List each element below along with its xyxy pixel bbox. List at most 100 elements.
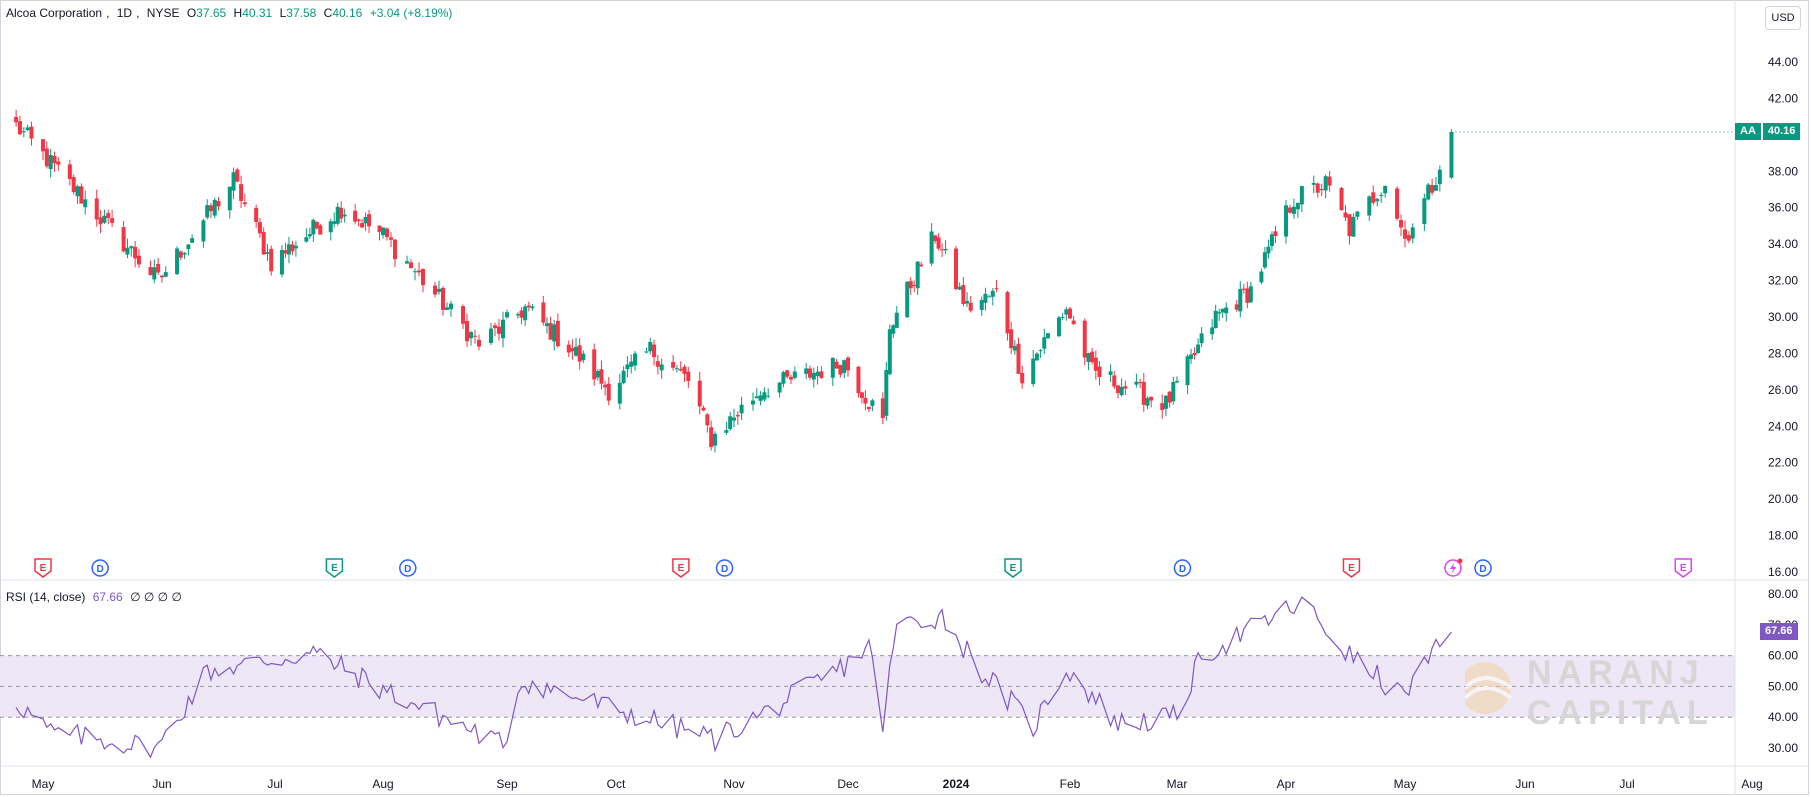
time-tick-label: Dec	[837, 777, 858, 791]
candle-body	[751, 400, 755, 405]
candle-body	[1351, 216, 1356, 237]
candle-body	[674, 368, 679, 370]
candle	[381, 227, 385, 239]
candle-body	[633, 353, 638, 366]
candle-body	[477, 339, 481, 347]
candle	[701, 405, 706, 412]
rsi-tick-label: 60.00	[1768, 649, 1798, 663]
candle-body	[152, 267, 157, 280]
candle	[311, 218, 316, 243]
candle-body	[389, 237, 393, 240]
candle-body	[1009, 329, 1014, 349]
candle-body	[332, 221, 337, 224]
earnings-marker[interactable]: E	[325, 558, 344, 578]
candle	[751, 392, 755, 411]
candle	[67, 159, 72, 186]
earnings-marker[interactable]: E	[1342, 558, 1361, 578]
candle	[1056, 315, 1061, 338]
candle-body	[709, 427, 714, 448]
last-price-symbol: AA	[1735, 123, 1761, 140]
candle	[1086, 352, 1091, 371]
candle-body	[1273, 231, 1278, 236]
rsi-tick-label: 80.00	[1768, 587, 1798, 601]
dividend-marker[interactable]: D	[399, 559, 417, 577]
candle-body	[421, 269, 425, 286]
candle	[735, 411, 740, 425]
candle-body	[1422, 198, 1427, 224]
symbol-name[interactable]: Alcoa Corporation	[6, 6, 102, 20]
candle-body	[1064, 309, 1069, 315]
candle-body	[1005, 292, 1010, 334]
candle-body	[933, 235, 938, 242]
price-tick-label: 26.00	[1768, 383, 1798, 397]
candle	[629, 354, 634, 374]
earnings-marker[interactable]: E	[672, 558, 690, 578]
earnings-letter: E	[1680, 563, 1687, 574]
dividend-marker[interactable]: D	[1173, 559, 1192, 577]
candle-body	[1234, 304, 1239, 310]
candle-body	[449, 303, 453, 310]
candle	[1224, 302, 1229, 322]
candle	[1175, 376, 1179, 384]
candle	[1189, 348, 1194, 364]
candle-body	[1311, 182, 1316, 185]
candle	[1134, 373, 1139, 388]
candle	[1034, 352, 1039, 361]
candle	[1273, 225, 1278, 244]
candle	[1284, 199, 1288, 244]
candle-body	[242, 202, 247, 205]
candle	[1295, 202, 1300, 218]
split-marker[interactable]	[1444, 558, 1463, 577]
candle-body	[265, 252, 270, 254]
dividend-marker[interactable]: D	[715, 559, 734, 577]
candle-body	[555, 320, 560, 347]
candle	[1038, 349, 1043, 359]
candle	[678, 361, 683, 372]
candle-body	[846, 357, 850, 371]
time-tick-label: Feb	[1060, 777, 1081, 791]
candle-body	[1093, 357, 1098, 371]
candle-body	[25, 127, 30, 131]
candle	[633, 351, 638, 371]
candle	[1199, 327, 1204, 348]
candle	[212, 197, 217, 219]
earnings-marker[interactable]: E	[1674, 558, 1692, 578]
candle	[393, 239, 397, 267]
candle-body	[473, 335, 477, 337]
candle-body	[257, 222, 262, 234]
dividend-marker[interactable]: D	[91, 559, 109, 577]
candle	[1379, 192, 1384, 203]
candle-body	[880, 398, 885, 419]
candle	[231, 167, 236, 200]
candle	[548, 316, 553, 340]
earnings-marker[interactable]: E	[34, 558, 52, 578]
candle-body	[353, 210, 358, 222]
candle-body	[125, 247, 130, 255]
candle-body	[758, 395, 763, 401]
candle	[307, 227, 312, 240]
candlestick-series	[14, 109, 1454, 453]
earnings-marker[interactable]: E	[1004, 558, 1022, 578]
dividend-marker[interactable]: D	[1474, 559, 1492, 577]
rsi-label[interactable]: RSI (14, close)	[6, 590, 85, 604]
candle-body	[961, 285, 966, 305]
candle-body	[728, 416, 733, 429]
currency-button[interactable]: USD	[1765, 6, 1801, 30]
candle-body	[671, 362, 676, 368]
candle	[25, 124, 30, 132]
chart-canvas[interactable]: 44.00 42.00 40.00 38.00 36.00 34.00 32.00 30.00…	[0, 0, 1811, 797]
candle-body	[441, 287, 445, 310]
candle	[655, 354, 660, 375]
candle-body	[363, 217, 368, 224]
candle-body	[1038, 350, 1043, 352]
candle-body	[160, 275, 164, 278]
candle	[1259, 268, 1264, 285]
candle	[242, 193, 247, 207]
candle-body	[1056, 317, 1061, 337]
candle	[1060, 313, 1065, 321]
candle-body	[570, 348, 575, 352]
candle-body	[1031, 358, 1036, 385]
candle	[332, 212, 337, 228]
candle-body	[1123, 386, 1128, 389]
candle	[990, 288, 995, 306]
